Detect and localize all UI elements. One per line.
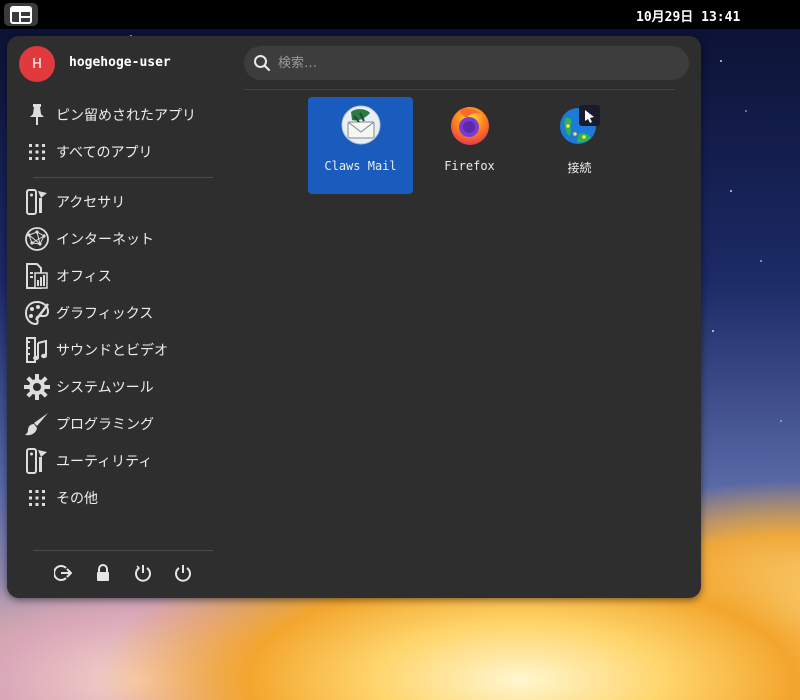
- pin-icon: [23, 102, 51, 128]
- sidebar-item-label: ピン留めされたアプリ: [56, 108, 196, 124]
- power-icon: [175, 565, 191, 582]
- clock[interactable]: 10月29日 13:41: [636, 6, 740, 25]
- sidebar-item-label: オフィス: [56, 269, 112, 285]
- grid-icon: [23, 139, 51, 165]
- sidebar-item-label: システムツール: [56, 380, 154, 396]
- app-menu-icon: [10, 5, 32, 24]
- app-tile-firefox[interactable]: Firefox: [417, 97, 522, 194]
- sidebar-item-label: プログラミング: [56, 417, 154, 433]
- app-tile-connections[interactable]: 接続: [527, 97, 632, 194]
- restart-button[interactable]: [133, 563, 153, 583]
- sidebar-item-label: その他: [56, 491, 98, 507]
- search-icon: [254, 55, 271, 72]
- lock-icon: [97, 564, 109, 581]
- sidebar-divider: [33, 177, 213, 178]
- gear-icon: [23, 374, 51, 400]
- sidebar-item-graphics[interactable]: グラフィックス: [23, 298, 219, 328]
- sidebar-item-label: すべてのアプリ: [56, 145, 153, 161]
- sidebar-item-system-tools[interactable]: システムツール: [23, 372, 219, 402]
- shutdown-button[interactable]: [173, 563, 193, 583]
- connections-icon: [560, 105, 600, 144]
- sidebar-item-all-apps[interactable]: すべてのアプリ: [23, 137, 219, 167]
- graphics-icon: [23, 300, 51, 326]
- sidebar-item-label: アクセサリ: [56, 195, 126, 211]
- office-icon: [23, 263, 51, 289]
- sidebar-item-internet[interactable]: インターネット: [23, 224, 219, 254]
- search-input[interactable]: [278, 53, 668, 73]
- multimedia-icon: [23, 337, 51, 363]
- user-name: hogehoge-user: [69, 55, 171, 70]
- lock-button[interactable]: [93, 563, 113, 583]
- restart-icon: [135, 565, 151, 582]
- sidebar-item-label: インターネット: [56, 232, 154, 248]
- brush-icon: [23, 411, 51, 437]
- top-panel: 10月29日 13:41: [0, 0, 800, 29]
- firefox-icon: [451, 107, 489, 145]
- sidebar-item-programming[interactable]: プログラミング: [23, 409, 219, 439]
- app-menu-button[interactable]: [4, 3, 38, 26]
- search-box[interactable]: [244, 46, 689, 80]
- app-tile-claws-mail[interactable]: Claws Mail: [308, 97, 413, 194]
- sidebar-item-utilities[interactable]: ユーティリティ: [23, 446, 219, 476]
- app-label: 接続: [567, 161, 592, 175]
- sidebar-divider: [33, 550, 213, 551]
- app-label: Claws Mail: [324, 159, 397, 173]
- app-label: Firefox: [444, 159, 495, 173]
- sidebar-item-other[interactable]: その他: [23, 483, 219, 513]
- search-separator: [244, 89, 675, 90]
- application-menu: H hogehoge-user ピン留めされたアプリ すべてのアプリ: [7, 36, 701, 598]
- sidebar-item-pinned[interactable]: ピン留めされたアプリ: [23, 100, 219, 130]
- internet-icon: [23, 226, 51, 252]
- user-avatar[interactable]: H: [19, 46, 55, 82]
- utilities-icon: [23, 448, 51, 474]
- claws-mail-icon: [341, 105, 381, 145]
- logout-icon: [54, 565, 72, 581]
- sidebar-item-accessories[interactable]: アクセサリ: [23, 187, 219, 217]
- sidebar-item-label: サウンドとビデオ: [56, 343, 168, 359]
- logout-button[interactable]: [53, 563, 73, 583]
- sidebar-item-office[interactable]: オフィス: [23, 261, 219, 291]
- sidebar-item-label: グラフィックス: [56, 306, 154, 322]
- sidebar-item-sound-video[interactable]: サウンドとビデオ: [23, 335, 219, 365]
- sidebar-item-label: ユーティリティ: [56, 454, 153, 470]
- grid-icon: [23, 485, 51, 511]
- accessories-icon: [23, 189, 51, 215]
